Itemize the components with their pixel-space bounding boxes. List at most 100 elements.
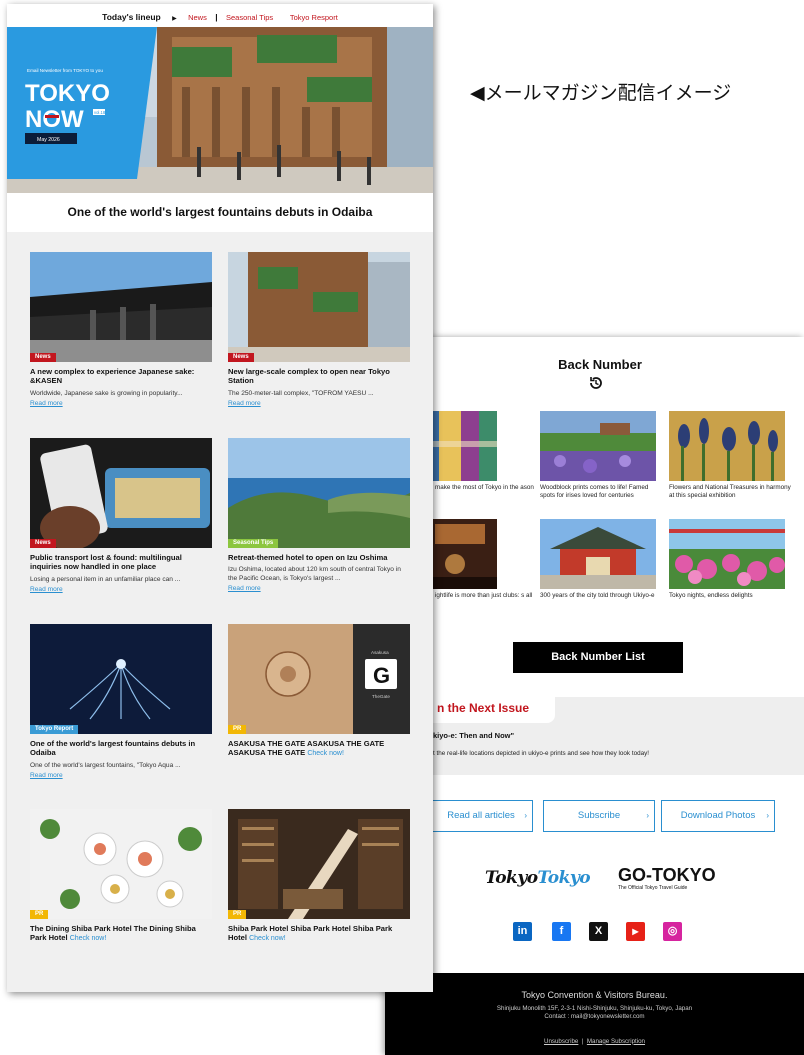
article-image[interactable]: Asakusa G TheGate PR	[228, 624, 410, 734]
article-tag: PR	[228, 910, 247, 919]
back-number-thumb[interactable]	[540, 519, 656, 589]
next-issue-description: t the real-life locations depicted in uk…	[433, 750, 649, 757]
lineup-label: Today's lineup	[102, 12, 161, 22]
read-more-link[interactable]: Read more	[30, 400, 212, 407]
gate-logo-letter: G	[373, 663, 390, 688]
article-image[interactable]: PR	[30, 809, 212, 919]
article-image[interactable]: News	[228, 252, 410, 362]
hero-banner[interactable]: Email Newsletter from TOKYO to you TOKYO…	[7, 27, 433, 193]
check-now-link[interactable]: Check now!	[307, 750, 344, 757]
read-more-link[interactable]: Read more	[228, 585, 410, 592]
hero-vol: vol.182	[94, 110, 108, 115]
footer: Tokyo Convention & Visitors Bureau. Shin…	[385, 973, 804, 1055]
article-description: One of the world's largest fountains, "T…	[30, 761, 181, 769]
facebook-icon[interactable]: f	[552, 922, 571, 941]
footer-links: Unsubscribe | Manage Subscription	[543, 1037, 646, 1045]
back-number-caption: make the most of Tokyo in the ason	[435, 484, 534, 491]
triangle-right-icon: ▶	[172, 16, 177, 22]
article-tag: PR	[30, 910, 49, 919]
article-description: Izu Oshima, located about 120 km south o…	[228, 566, 401, 583]
go-tokyo-logo[interactable]: GO-TOKYO	[618, 865, 716, 886]
article-image[interactable]: Seasonal Tips	[228, 438, 410, 548]
instagram-icon[interactable]: ◎	[663, 922, 682, 941]
back-number-caption: 300 years of the city told through Ukiyo…	[540, 592, 655, 599]
back-number-list-button[interactable]: Back Number List	[513, 642, 683, 673]
manage-subscription-link[interactable]: Manage Subscription	[587, 1038, 645, 1045]
tokyo-tokyo-logo[interactable]: TokyoTokyo	[485, 868, 591, 888]
article-description: Losing a personal item in an unfamiliar …	[30, 575, 181, 583]
chevron-right-icon: ›	[766, 811, 769, 820]
back-number-caption: Woodblock prints comes to life! Famed sp…	[540, 484, 649, 500]
article-card[interactable]: Seasonal Tips Retreat-themed hotel to op…	[228, 438, 410, 592]
chevron-right-icon: ›	[646, 811, 649, 820]
footer-org: Tokyo Convention & Visitors Bureau.	[521, 990, 668, 1000]
article-tag: Seasonal Tips	[228, 539, 279, 548]
article-image[interactable]: PR	[228, 809, 410, 919]
history-icon	[590, 377, 602, 389]
lineup-link-report[interactable]: Tokyo Resport	[290, 13, 338, 22]
check-now-link[interactable]: Check now!	[70, 935, 107, 942]
article-image[interactable]: News	[30, 252, 212, 362]
article-card[interactable]: Tokyo Report One of the world's largest …	[30, 624, 212, 779]
back-number-thumb[interactable]	[540, 411, 656, 481]
read-more-link[interactable]: Read more	[30, 586, 212, 593]
read-more-link[interactable]: Read more	[228, 400, 410, 407]
read-more-link[interactable]: Read more	[30, 772, 212, 779]
article-title[interactable]: ASAKUSA THE GATE ASAKUSA THE GATE ASAKUS…	[228, 739, 410, 759]
read-all-articles-button[interactable]: Read all articles ›	[429, 800, 533, 832]
back-number-caption: ightlife is more than just clubs: s all	[435, 592, 533, 599]
article-tag: News	[30, 539, 56, 548]
article-title[interactable]: Public transport lost & found: multiling…	[30, 553, 212, 572]
gate-logo-bottom: TheGate	[372, 694, 390, 699]
next-issue-subtitle: kiyo-e: Then and Now"	[433, 731, 515, 740]
back-number-caption: Flowers and National Treasures in harmon…	[669, 484, 791, 500]
article-card[interactable]: News A new complex to experience Japanes…	[30, 252, 212, 407]
hero-brand-top: TOKYO	[25, 80, 110, 107]
back-number-title: Back Number	[558, 357, 642, 372]
caption: ◀メールマガジン配信イメージ	[470, 82, 732, 104]
hero-kicker: Email Newsletter from TOKYO to you	[27, 68, 103, 73]
youtube-icon[interactable]: ▶	[626, 922, 645, 941]
back-number-caption: Tokyo nights, endless delights	[669, 592, 753, 599]
article-card[interactable]: PR The Dining Shiba Park Hotel The Dinin…	[30, 809, 212, 944]
subscribe-button[interactable]: Subscribe ›	[543, 800, 655, 832]
article-card[interactable]: PR Shiba Park Hotel Shiba Park Hotel Shi…	[228, 809, 410, 944]
article-tag: Tokyo Report	[30, 725, 79, 734]
x-icon[interactable]: X	[589, 922, 608, 941]
article-title[interactable]: The Dining Shiba Park Hotel The Dining S…	[30, 924, 212, 944]
article-title[interactable]: Retreat-themed hotel to open on Izu Oshi…	[228, 553, 410, 562]
article-description: Worldwide, Japanese sake is growing in p…	[30, 389, 183, 397]
go-tokyo-tagline: The Official Tokyo Travel Guide	[618, 885, 688, 891]
footer-address: Shinjuku Monolith 15F, 2-3-1 Nishi-Shinj…	[496, 1005, 693, 1021]
next-issue-title: n the Next Issue	[437, 701, 530, 715]
lineup-bar: Today's lineup ▶ News | Seasonal Tips To…	[102, 12, 338, 22]
main-headline[interactable]: One of the world's largest fountains deb…	[7, 205, 433, 219]
lineup-link-seasonal[interactable]: Seasonal Tips	[226, 13, 273, 22]
hero-brand-bottom: NOW	[25, 106, 84, 133]
unsubscribe-link[interactable]: Unsubscribe	[544, 1038, 578, 1045]
gate-logo-top: Asakusa	[371, 650, 389, 655]
lineup-link-news[interactable]: News	[188, 13, 207, 22]
back-number-thumb[interactable]	[669, 519, 785, 589]
back-number-panel: Back Number make the most of Tokyo in th…	[385, 337, 804, 1055]
article-title[interactable]: One of the world's largest fountains deb…	[30, 739, 212, 758]
article-description: The 250-meter-tall complex, "TOFROM YAES…	[228, 389, 374, 397]
article-tag: PR	[228, 725, 247, 734]
back-number-thumb[interactable]	[669, 411, 785, 481]
linkedin-icon[interactable]: in	[513, 922, 532, 941]
article-title[interactable]: Shiba Park Hotel Shiba Park Hotel Shiba …	[228, 924, 410, 944]
check-now-link[interactable]: Check now!	[249, 935, 286, 942]
download-photos-button[interactable]: Download Photos ›	[661, 800, 775, 832]
article-card[interactable]: Asakusa G TheGate PR ASAKUSA THE GATE AS…	[228, 624, 410, 759]
article-card[interactable]: News New large-scale complex to open nea…	[228, 252, 410, 407]
hero-date: May 2026	[37, 137, 60, 143]
article-title[interactable]: A new complex to experience Japanese sak…	[30, 367, 212, 386]
article-title[interactable]: New large-scale complex to open near Tok…	[228, 367, 410, 386]
article-image[interactable]: News	[30, 438, 212, 548]
article-tag: News	[30, 353, 56, 362]
article-card[interactable]: News Public transport lost & found: mult…	[30, 438, 212, 593]
article-tag: News	[228, 353, 254, 362]
newsletter-panel: Today's lineup ▶ News | Seasonal Tips To…	[7, 4, 433, 992]
chevron-right-icon: ›	[524, 811, 527, 820]
article-image[interactable]: Tokyo Report	[30, 624, 212, 734]
